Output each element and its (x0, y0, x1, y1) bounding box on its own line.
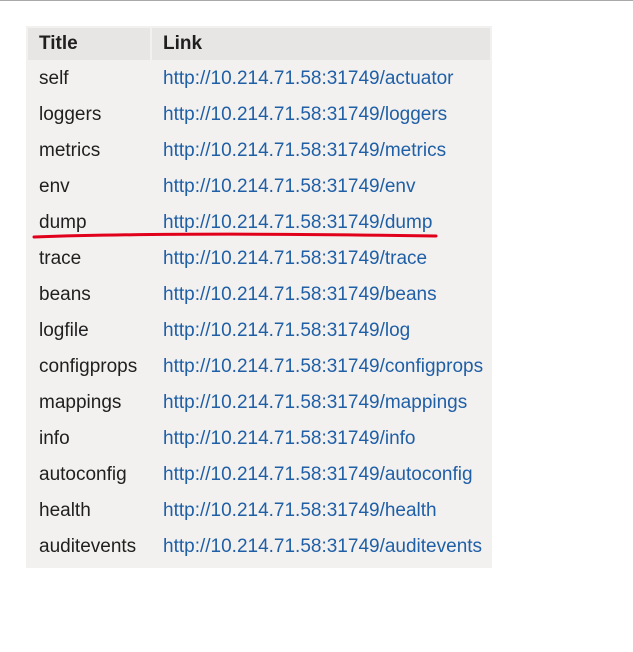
row-title: autoconfig (39, 464, 127, 485)
row-link-cell: http://10.214.71.58:31749/log (152, 314, 490, 348)
table-row: env http://10.214.71.58:31749/env (28, 170, 490, 204)
row-title: dump (39, 212, 87, 233)
row-link-cell: http://10.214.71.58:31749/env (152, 170, 490, 204)
row-title: info (39, 428, 70, 449)
row-link-cell: http://10.214.71.58:31749/dump (152, 206, 490, 240)
table-row: info http://10.214.71.58:31749/info (28, 422, 490, 456)
table-row: auditevents http://10.214.71.58:31749/aud… (28, 530, 490, 564)
table-row: loggers http://10.214.71.58:31749/loggers (28, 98, 490, 132)
table-row: configprops http://10.214.71.58:31749/con… (28, 350, 490, 384)
row-link-cell: http://10.214.71.58:31749/configprops (152, 350, 490, 384)
row-title: loggers (39, 104, 102, 125)
row-title: metrics (39, 140, 101, 161)
row-link-cell: http://10.214.71.58:31749/metrics (152, 134, 490, 168)
row-title: trace (39, 248, 82, 269)
row-link-cell: http://10.214.71.58:31749/loggers (152, 98, 490, 132)
row-title: logfile (39, 320, 89, 341)
table-row: logfile http://10.214.71.58:31749/log (28, 314, 490, 348)
table-row: self http://10.214.71.58:31749/actuator (28, 62, 490, 96)
table-row: trace http://10.214.71.58:31749/trace (28, 242, 490, 276)
endpoint-link[interactable]: http://10.214.71.58:31749/env (163, 176, 416, 197)
row-link-cell: http://10.214.71.58:31749/actuator (152, 62, 490, 96)
endpoints-table: Title Link self http://10.214.71.58:31749… (26, 26, 492, 566)
table-row: health http://10.214.71.58:31749/health (28, 494, 490, 528)
row-title: configprops (39, 356, 138, 377)
endpoint-link[interactable]: http://10.214.71.58:31749/metrics (163, 140, 446, 161)
table-row: autoconfig http://10.214.71.58:31749/auto… (28, 458, 490, 492)
endpoint-link[interactable]: http://10.214.71.58:31749/auditevents (163, 536, 482, 557)
header-link: Link (152, 28, 490, 60)
endpoint-link[interactable]: http://10.214.71.58:31749/trace (163, 248, 427, 269)
row-title: auditevents (39, 536, 137, 557)
endpoint-link[interactable]: http://10.214.71.58:31749/configprops (163, 356, 483, 377)
row-link-cell: http://10.214.71.58:31749/mappings (152, 386, 490, 420)
table-row: dump http://10.214.71.58:31749/dump (28, 206, 490, 240)
endpoint-link[interactable]: http://10.214.71.58:31749/health (163, 500, 437, 521)
endpoint-link[interactable]: http://10.214.71.58:31749/actuator (163, 68, 454, 89)
table-header-row: Title Link (28, 28, 490, 60)
endpoint-link[interactable]: http://10.214.71.58:31749/loggers (163, 104, 447, 125)
row-link-cell: http://10.214.71.58:31749/info (152, 422, 490, 456)
table-body: self http://10.214.71.58:31749/actuator lo… (28, 62, 490, 564)
endpoint-link[interactable]: http://10.214.71.58:31749/dump (163, 212, 432, 233)
top-divider (0, 0, 633, 1)
endpoint-link[interactable]: http://10.214.71.58:31749/mappings (163, 392, 467, 413)
header-title: Title (28, 28, 150, 60)
endpoint-link[interactable]: http://10.214.71.58:31749/log (163, 320, 410, 341)
row-title: self (39, 68, 69, 89)
endpoint-link[interactable]: http://10.214.71.58:31749/beans (163, 284, 437, 305)
row-title: env (39, 176, 70, 197)
row-title: beans (39, 284, 91, 305)
row-link-cell: http://10.214.71.58:31749/trace (152, 242, 490, 276)
endpoint-link[interactable]: http://10.214.71.58:31749/autoconfig (163, 464, 473, 485)
endpoint-link[interactable]: http://10.214.71.58:31749/info (163, 428, 416, 449)
row-link-cell: http://10.214.71.58:31749/health (152, 494, 490, 528)
row-title: mappings (39, 392, 122, 413)
row-link-cell: http://10.214.71.58:31749/auditevents (152, 530, 490, 564)
endpoints-table-container: Title Link self http://10.214.71.58:31749… (26, 26, 492, 568)
table-row: beans http://10.214.71.58:31749/beans (28, 278, 490, 312)
row-link-cell: http://10.214.71.58:31749/beans (152, 278, 490, 312)
table-row: metrics http://10.214.71.58:31749/metrics (28, 134, 490, 168)
table-row: mappings http://10.214.71.58:31749/mappin… (28, 386, 490, 420)
row-link-cell: http://10.214.71.58:31749/autoconfig (152, 458, 490, 492)
row-title: health (39, 500, 91, 521)
